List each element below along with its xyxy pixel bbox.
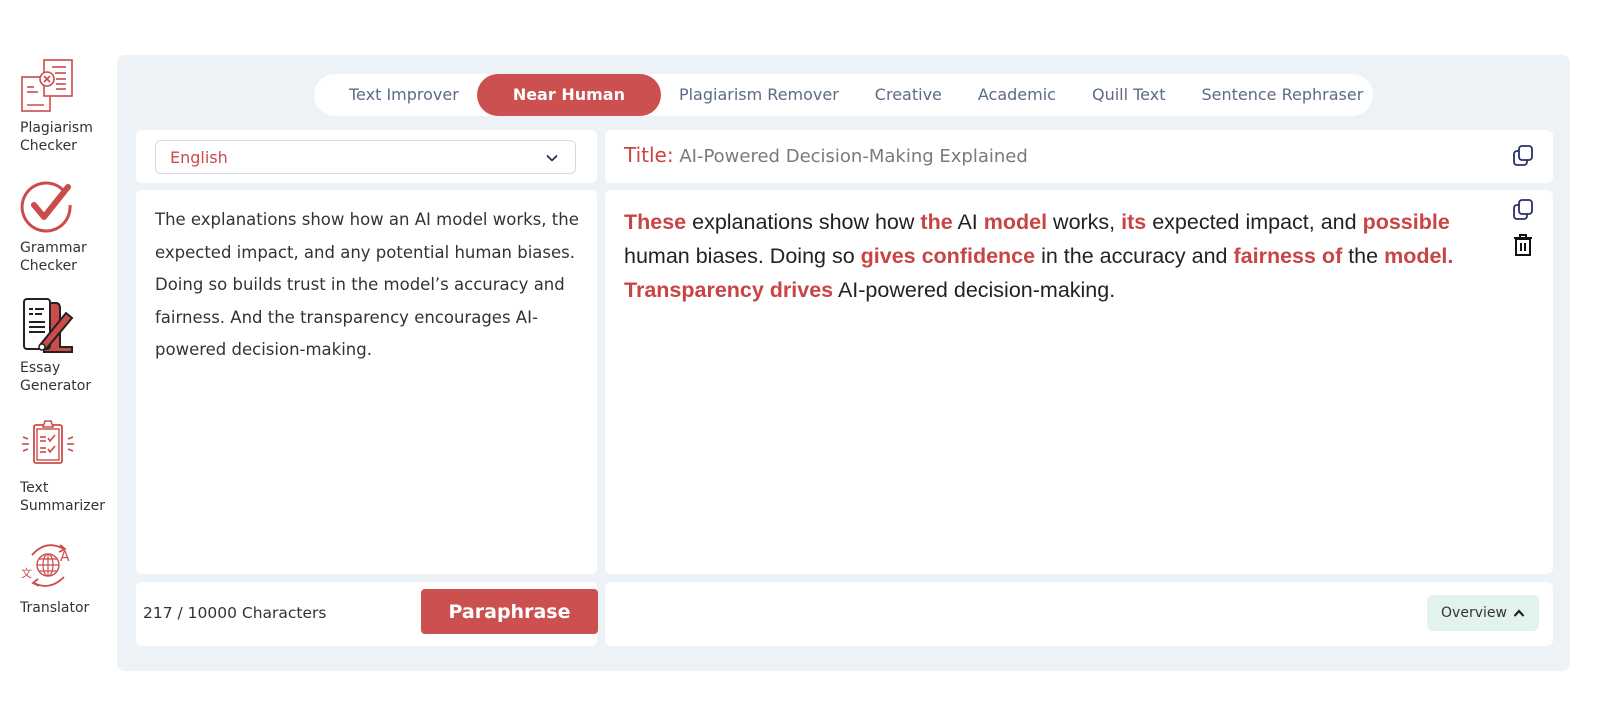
language-panel: English — [136, 130, 597, 183]
sidebar-item-text-summarizer[interactable]: Text Summarizer — [20, 417, 112, 515]
unchanged-text: expected impact, and — [1146, 210, 1363, 234]
sidebar-item-label: Grammar Checker — [20, 240, 87, 274]
changed-word[interactable]: model — [984, 210, 1047, 234]
svg-text:文: 文 — [21, 566, 32, 580]
changed-word[interactable]: fairness of — [1234, 244, 1343, 268]
output-text-panel: These explanations show how the AI model… — [605, 190, 1553, 574]
tab-plagiarism-remover[interactable]: Plagiarism Remover — [661, 74, 857, 116]
plagiarism-checker-icon — [21, 59, 73, 112]
paraphraser-workspace: Text Improver Near Human Plagiarism Remo… — [117, 55, 1570, 671]
input-text[interactable]: The explanations show how an AI model wo… — [155, 204, 585, 367]
input-text-panel[interactable]: The explanations show how an AI model wo… — [136, 190, 597, 574]
essay-generator-icon — [23, 298, 74, 353]
chevron-down-icon — [546, 154, 558, 162]
sidebar-item-label: Essay Generator — [20, 360, 92, 394]
title-value: AI-Powered Decision-Making Explained — [679, 146, 1028, 167]
sidebar-item-translator[interactable]: A 文 Translator — [20, 537, 112, 617]
changed-word[interactable]: possible — [1363, 210, 1450, 234]
overview-label: Overview — [1441, 605, 1507, 621]
tab-near-human[interactable]: Near Human — [476, 74, 661, 116]
changed-word[interactable]: These — [624, 210, 686, 234]
output-text: These explanations show how the AI model… — [624, 205, 1514, 307]
tab-text-improver[interactable]: Text Improver — [331, 74, 477, 116]
trash-icon[interactable] — [1512, 233, 1534, 257]
unchanged-text: AI-powered decision-making. — [833, 278, 1116, 302]
input-footer: 217 / 10000 Characters Paraphrase — [136, 582, 598, 646]
sidebar-item-label: Plagiarism Checker — [20, 120, 93, 154]
sidebar-item-grammar-checker[interactable]: Grammar Checker — [20, 177, 112, 275]
tab-sentence-rephraser[interactable]: Sentence Rephraser — [1183, 74, 1381, 116]
sidebar-item-label: Translator — [20, 600, 90, 616]
title-key: Title: — [624, 143, 674, 167]
sidebar-item-plagiarism-checker[interactable]: Plagiarism Checker — [20, 57, 112, 155]
tab-quill-text[interactable]: Quill Text — [1074, 74, 1184, 116]
unchanged-text: the — [1342, 244, 1385, 268]
tab-academic[interactable]: Academic — [960, 74, 1074, 116]
unchanged-text: works, — [1047, 210, 1122, 234]
unchanged-text: human biases. Doing so — [624, 244, 861, 268]
grammar-check-icon — [20, 181, 72, 233]
copy-title-icon[interactable] — [1511, 144, 1535, 168]
clipboard-checklist-icon — [22, 420, 74, 464]
mode-tabs: Text Improver Near Human Plagiarism Remo… — [314, 74, 1373, 116]
title-panel: Title: AI-Powered Decision-Making Explai… — [605, 130, 1553, 183]
paraphrase-button[interactable]: Paraphrase — [421, 589, 598, 634]
chevron-up-icon — [1513, 609, 1525, 617]
svg-text:A: A — [60, 549, 70, 565]
generated-title: Title: AI-Powered Decision-Making Explai… — [624, 143, 1028, 167]
unchanged-text: in the accuracy and — [1035, 244, 1234, 268]
sidebar-item-label: Text Summarizer — [20, 480, 105, 514]
language-selected-value: English — [170, 147, 228, 167]
output-footer: Overview — [605, 582, 1553, 646]
changed-word[interactable]: its — [1121, 210, 1146, 234]
copy-output-icon[interactable] — [1511, 198, 1535, 222]
unchanged-text: explanations show how — [686, 210, 921, 234]
character-count: 217 / 10000 Characters — [143, 604, 327, 622]
changed-word[interactable]: the — [920, 210, 952, 234]
sidebar-item-essay-generator[interactable]: Essay Generator — [20, 297, 112, 395]
unchanged-text: AI — [952, 210, 984, 234]
overview-button[interactable]: Overview — [1427, 595, 1539, 631]
tab-creative[interactable]: Creative — [857, 74, 960, 116]
translate-globe-icon: A 文 — [21, 544, 70, 587]
changed-word[interactable]: gives confidence — [861, 244, 1035, 268]
language-select[interactable]: English — [155, 140, 576, 174]
